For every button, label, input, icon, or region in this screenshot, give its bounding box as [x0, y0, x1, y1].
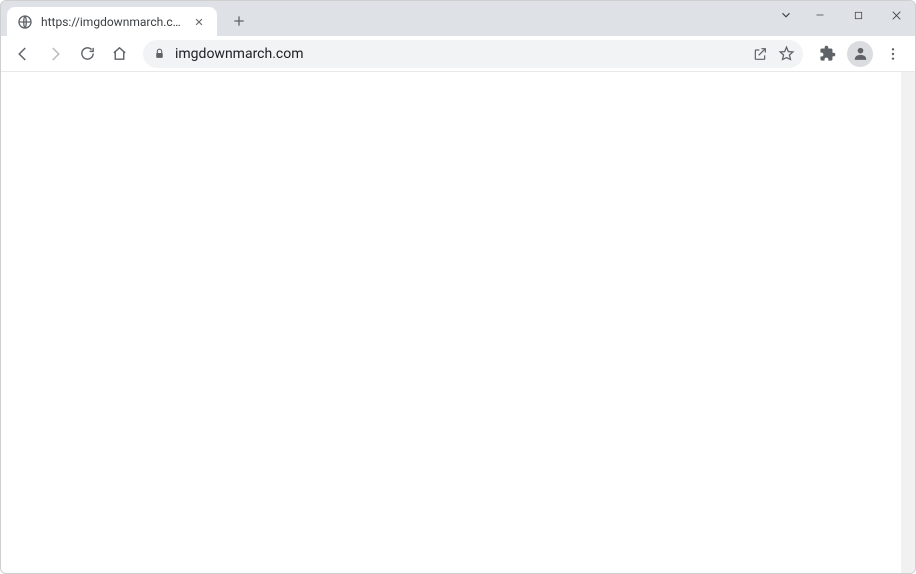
lock-icon	[151, 46, 167, 62]
browser-window: https://imgdownmarch.com	[0, 0, 916, 574]
page-content	[1, 72, 915, 573]
window-maximize-button[interactable]	[839, 1, 877, 29]
titlebar: https://imgdownmarch.com	[1, 1, 915, 36]
share-icon[interactable]	[752, 46, 768, 62]
window-minimize-button[interactable]	[801, 1, 839, 29]
forward-button[interactable]	[41, 40, 69, 68]
home-button[interactable]	[105, 40, 133, 68]
window-controls	[771, 1, 915, 29]
address-bar[interactable]: imgdownmarch.com	[143, 40, 803, 68]
profile-avatar[interactable]	[847, 41, 873, 67]
globe-icon	[17, 14, 33, 30]
reload-button[interactable]	[73, 40, 101, 68]
tab-title: https://imgdownmarch.com	[41, 15, 185, 29]
tab-close-button[interactable]	[191, 14, 207, 30]
tabs-search-button[interactable]	[771, 1, 801, 29]
new-tab-button[interactable]	[225, 7, 253, 35]
back-button[interactable]	[9, 40, 37, 68]
toolbar-actions	[813, 40, 907, 68]
window-close-button[interactable]	[877, 1, 915, 29]
url-text: imgdownmarch.com	[175, 46, 744, 62]
tabs-strip: https://imgdownmarch.com	[1, 1, 253, 36]
toolbar: imgdownmarch.com	[1, 36, 915, 72]
scrollbar-vertical[interactable]	[901, 72, 915, 573]
extensions-button[interactable]	[813, 40, 841, 68]
tab-active[interactable]: https://imgdownmarch.com	[7, 7, 217, 36]
bookmark-icon[interactable]	[778, 45, 795, 62]
menu-button[interactable]	[879, 40, 907, 68]
omnibox-actions	[752, 45, 795, 62]
